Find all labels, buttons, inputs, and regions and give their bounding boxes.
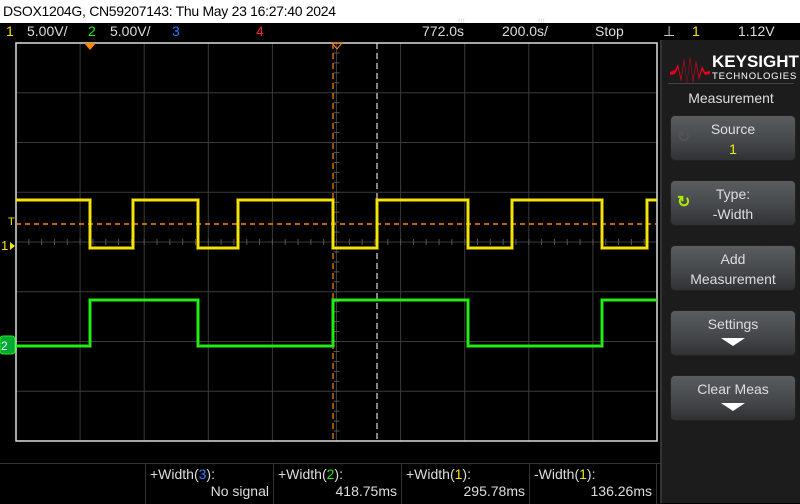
button-label: Settings <box>707 316 759 332</box>
meas-label-end: ): <box>206 466 215 482</box>
button-label: Clear Meas <box>697 381 769 397</box>
meas-value: 136.26ms <box>590 483 652 499</box>
rotate-knob-icon: ↻ <box>677 129 691 146</box>
meas-label: +Width( <box>406 466 455 482</box>
button-label: Add <box>720 251 746 267</box>
divider <box>668 83 794 84</box>
ch1-scale[interactable]: 5.00V/ <box>27 23 67 40</box>
settings-button[interactable]: Settings <box>670 310 796 356</box>
source-button[interactable]: ↻ Source 1 <box>670 115 796 161</box>
measurement-ch1-pwidth[interactable]: +Width(1): 295.78ms <box>401 464 529 504</box>
measurement-ch3-pwidth[interactable]: +Width(3): No signal <box>145 464 273 504</box>
brand-name: KEYSIGHT <box>712 52 799 71</box>
timebase-wrap: 200.0s/ m <box>502 17 548 40</box>
waveform-display[interactable]: T12 <box>0 40 660 503</box>
status-bar: 1 5.00V/ 2 5.00V/ 3 4 772.0s m 200.0s/ m… <box>0 17 800 40</box>
horizontal-delay-wrap: 772.0s m <box>422 17 465 40</box>
delay-unit: m <box>458 16 465 25</box>
meas-label-end: ): <box>586 466 596 482</box>
meas-value: 295.78ms <box>463 483 525 499</box>
measurement-ch2-pwidth[interactable]: +Width(2): 418.75ms <box>273 464 401 504</box>
meas-label: -Width( <box>534 466 580 482</box>
ch4-label[interactable]: 4 <box>256 23 264 40</box>
meas-value: 418.75ms <box>335 483 397 499</box>
meas-label: +Width( <box>278 466 327 482</box>
run-state[interactable]: Stop <box>595 23 624 40</box>
timebase-unit: m <box>538 16 545 25</box>
falling-edge-icon: ⊥ <box>663 23 676 39</box>
add-measurement-button[interactable]: Add Measurement <box>670 245 796 291</box>
trigger-level-marker: T <box>8 216 15 228</box>
trigger-source[interactable]: 1 <box>692 23 700 40</box>
ch3-label[interactable]: 3 <box>172 23 180 40</box>
ch2-ground-marker: 2 <box>1 339 8 353</box>
trigger-level[interactable]: 1.12V <box>738 23 775 40</box>
button-label-2: Measurement <box>690 271 776 287</box>
trigger-position-marker <box>84 43 96 50</box>
meas-value: No signal <box>210 483 269 499</box>
submenu-arrow-icon <box>721 338 745 346</box>
timebase[interactable]: 200.0s/ <box>502 23 548 39</box>
meas-label-end: ): <box>334 466 343 482</box>
ch2-scale[interactable]: 5.00V/ <box>110 23 150 40</box>
softkey-panel: KEYSIGHT TECHNOLOGIES Measurement ↻ Sour… <box>660 40 800 503</box>
meas-label-end: ): <box>462 466 471 482</box>
meas-label: +Width( <box>150 466 199 482</box>
ch1-label[interactable]: 1 <box>6 23 14 40</box>
brand-sub: TECHNOLOGIES <box>712 71 798 82</box>
type-button[interactable]: ↻ Type: -Width <box>670 180 796 226</box>
ch1-ground-marker: 1 <box>1 238 8 253</box>
clear-meas-button[interactable]: Clear Meas <box>670 375 796 421</box>
ch1-marker-arrow <box>10 242 15 250</box>
keysight-logo: KEYSIGHT TECHNOLOGIES <box>670 50 799 90</box>
title-bar: DSOX1204G, CN59207143: Thu May 23 16:27:… <box>0 0 800 23</box>
keysight-wave-icon <box>670 56 710 84</box>
menu-title: Measurement <box>688 90 774 106</box>
meas-source: 1 <box>579 466 587 482</box>
measurement-ch1-nwidth[interactable]: -Width(1): 136.26ms <box>529 464 657 504</box>
submenu-arrow-icon <box>721 403 745 411</box>
rotate-knob-icon: ↻ <box>677 194 691 211</box>
ch2-label[interactable]: 2 <box>88 23 96 40</box>
horizontal-delay[interactable]: 772.0s <box>422 23 464 39</box>
measurement-bar: +Width(3): No signal +Width(2): 418.75ms… <box>0 463 660 504</box>
